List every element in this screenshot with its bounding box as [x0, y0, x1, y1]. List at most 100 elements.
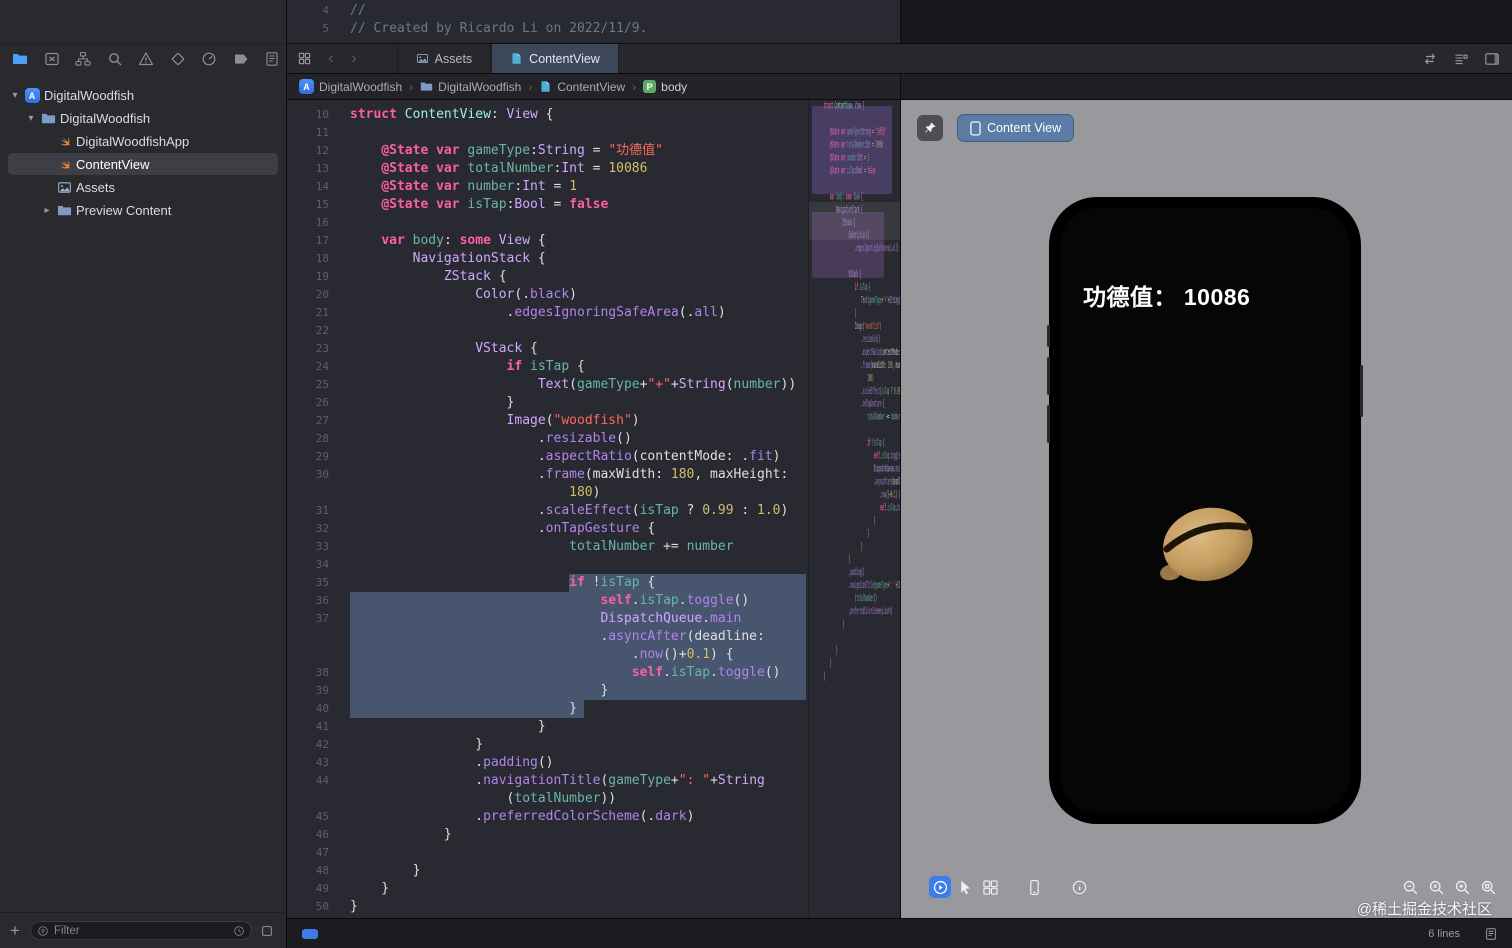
code-line-31: 31 .scaleEffect(isTap ? 0.99 : 1.0)	[823, 385, 900, 397]
code-line-37: 37 DispatchQueue.main	[873, 463, 900, 475]
code-line-39: 39 }	[823, 515, 876, 527]
zoom-actual-size-icon[interactable]	[1425, 876, 1447, 898]
breadcrumb-digitalwoodfish[interactable]: A DigitalWoodfish	[299, 79, 402, 94]
code-line-30: 30 .frame(maxWidth: 180, maxHeight:	[823, 359, 900, 371]
reports-navigator-icon[interactable]	[264, 51, 280, 67]
breadcrumb-contentview[interactable]: ContentView	[539, 80, 625, 94]
line-count-label: 6 lines	[1428, 928, 1460, 940]
folder-icon	[56, 203, 72, 219]
breakpoints-navigator-icon[interactable]	[233, 51, 249, 67]
code-editor[interactable]: 10 struct ContentView: View {11 12 @State …	[287, 100, 900, 918]
minimap[interactable]: 10struct ContentView: View {1112 @State …	[809, 100, 900, 918]
code-line-wrap: .asyncAfter(deadline:	[823, 476, 900, 488]
breadcrumb: A DigitalWoodfish › DigitalWoodfish › Content…	[287, 74, 900, 100]
breadcrumb-digitalwoodfish[interactable]: DigitalWoodfish	[420, 80, 521, 94]
variants-mode-icon[interactable]	[979, 876, 1001, 898]
tab-assets[interactable]: Assets	[396, 44, 492, 73]
minimap-viewport[interactable]	[809, 202, 900, 240]
breadcrumb-separator: ›	[528, 79, 533, 94]
navigator-tab-strip	[0, 44, 287, 72]
pin-preview-button[interactable]	[917, 115, 943, 141]
code-line-41: 41 }	[823, 541, 863, 553]
status-bar: 6 lines	[287, 918, 1512, 948]
top-right-strip	[900, 0, 1512, 43]
inspector-toggle-icon[interactable]	[1484, 51, 1500, 67]
code-line-43: 43 .padding()	[823, 567, 865, 579]
recent-filter-icon[interactable]	[233, 925, 245, 937]
tree-item-digitalwoodfish[interactable]: ▾ DigitalWoodfish	[0, 107, 286, 130]
editor-top-strip: 4//5// Created by Ricardo Li on 2022/11/…	[287, 0, 1512, 44]
preview-bottom-toolbar	[901, 876, 1512, 900]
selectable-mode-icon[interactable]	[954, 876, 976, 898]
code-line-45: 45 .preferredColorScheme(.dark)	[823, 606, 893, 617]
debug-navigator-icon[interactable]	[201, 51, 217, 67]
disclosure-closed-icon[interactable]: ▸	[42, 205, 52, 216]
folder-icon	[420, 80, 433, 93]
code-line-29: 29 .aspectRatio(contentMode: .fit)	[823, 346, 900, 358]
symbols-navigator-icon[interactable]	[75, 51, 91, 67]
zoom-in-icon[interactable]	[1451, 876, 1473, 898]
tree-item-label: Assets	[76, 180, 116, 195]
swap-editors-icon[interactable]	[1422, 51, 1438, 67]
project-navigator-icon[interactable]	[12, 51, 28, 67]
tab-label: ContentView	[529, 51, 600, 66]
phone-screen[interactable]: 功德值： 10086	[1060, 208, 1350, 813]
folder-icon	[40, 111, 56, 127]
add-file-button[interactable]: +	[0, 921, 30, 941]
tests-navigator-icon[interactable]	[170, 51, 186, 67]
swiftdoc-icon	[539, 80, 552, 93]
tab-contentview[interactable]: ContentView	[491, 44, 619, 73]
content-view-button[interactable]: Content View	[957, 114, 1075, 142]
code-line-4[interactable]: 4//	[287, 2, 900, 20]
swiftdoc-icon	[510, 52, 523, 65]
tree-item-contentview[interactable]: ContentView	[0, 153, 286, 176]
changes-navigator-icon[interactable]	[44, 51, 60, 67]
preview-top-bar	[900, 74, 1512, 100]
watermark: @稀土掘金技术社区	[1356, 901, 1492, 918]
pin-icon	[923, 121, 937, 135]
tree-item-digitalwoodfishapp[interactable]: DigitalWoodfishApp	[0, 130, 286, 153]
breadcrumb-separator: ›	[409, 79, 414, 94]
related-items-icon[interactable]	[297, 51, 312, 66]
zoom-out-icon[interactable]	[1399, 876, 1421, 898]
code-line-46: 46 }	[823, 619, 844, 630]
code-line-35: 35 if !isTap {	[867, 437, 885, 449]
device-settings-icon[interactable]	[1023, 876, 1045, 898]
tree-item-digitalwoodfish[interactable]: ▾ A DigitalWoodfish	[0, 84, 286, 107]
tree-item-label: DigitalWoodfish	[60, 111, 151, 126]
live-mode-icon[interactable]	[929, 876, 951, 898]
code-line-5[interactable]: 5// Created by Ricardo Li on 2022/11/9.	[287, 20, 900, 38]
disclosure-open-icon[interactable]: ▾	[10, 90, 20, 101]
code-line-27: 27 Image("woodfish")	[854, 321, 882, 332]
preview-info-icon[interactable]	[1068, 876, 1090, 898]
tree-item-assets[interactable]: Assets	[0, 176, 286, 199]
disclosure-open-icon[interactable]: ▾	[26, 113, 36, 124]
code-line-36: 36 self.isTap.toggle()	[873, 450, 900, 462]
document-lines-icon[interactable]	[1484, 927, 1498, 941]
filter-icon	[37, 925, 49, 937]
xcode-window: ▾ A DigitalWoodfish ▾ DigitalWoodfish Digital…	[0, 0, 1512, 948]
sidebar: ▾ A DigitalWoodfish ▾ DigitalWoodfish Digital…	[0, 0, 287, 948]
editor-options-icon[interactable]	[1453, 51, 1469, 67]
code-line-wrap: .now()+0.1) {	[823, 489, 900, 501]
issues-navigator-icon[interactable]	[138, 51, 154, 67]
code-line-33: 33 totalNumber += number	[867, 411, 900, 423]
flag-filter-icon[interactable]	[260, 924, 274, 938]
tree-item-label: Preview Content	[76, 203, 172, 218]
history-back-button[interactable]: ‹	[326, 50, 335, 67]
editor-toolbar-right	[1422, 44, 1500, 74]
tree-item-preview-content[interactable]: ▸ Preview Content	[0, 199, 286, 222]
zoom-fit-icon[interactable]	[1477, 876, 1499, 898]
app-navigation-title: 功德值： 10086	[1083, 284, 1251, 310]
history-forward-button[interactable]: ›	[349, 50, 358, 67]
project-navigator-tree: ▾ A DigitalWoodfish ▾ DigitalWoodfish Digital…	[0, 84, 286, 912]
code-line-44: 44 .navigationTitle(gameType+": "+String	[823, 580, 900, 592]
filter-field[interactable]: Filter	[30, 921, 252, 940]
woodfish-image[interactable]	[1146, 496, 1264, 594]
code-line-32: 32 .onTapGesture {	[823, 398, 885, 410]
find-navigator-icon[interactable]	[107, 51, 123, 67]
breadcrumb-body[interactable]: Pbody	[643, 80, 687, 94]
tree-item-label: DigitalWoodfish	[44, 88, 135, 103]
volume-down-button	[1047, 405, 1050, 443]
code-line-38: 38 self.isTap.toggle()	[879, 502, 900, 514]
